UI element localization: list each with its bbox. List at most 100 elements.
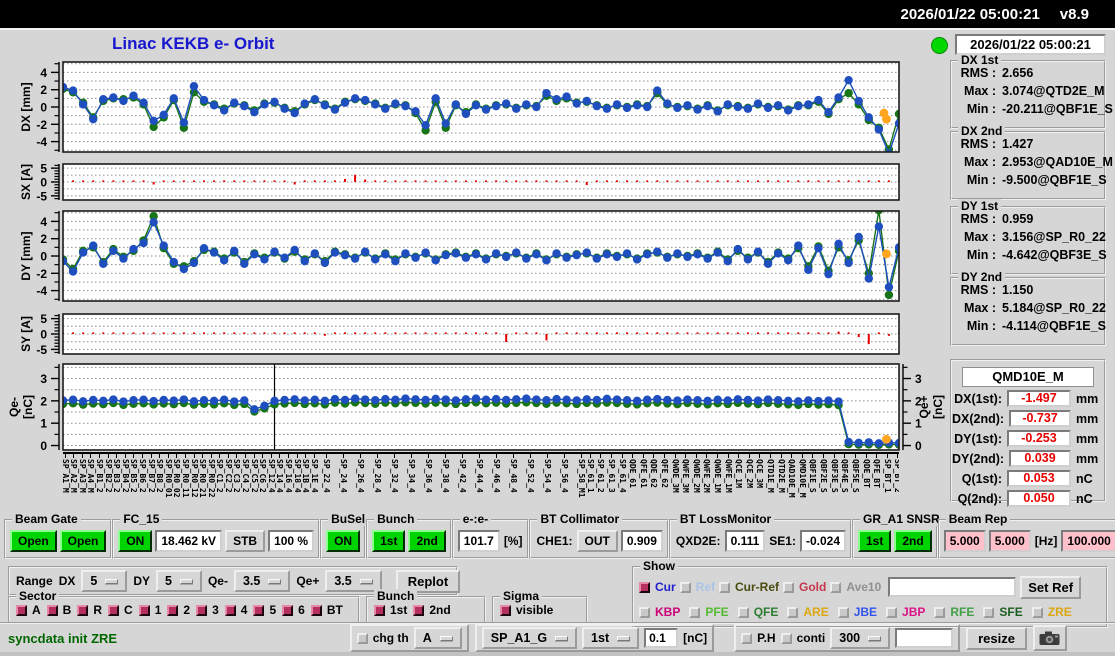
monitor-row: DX(2nd): -0.737 mm [952,410,1098,427]
che1-out-button[interactable]: OUT [576,530,618,552]
chg-th-toggle[interactable]: chg th [356,631,409,645]
checkbox-indicator-icon [639,606,650,618]
show-toggle-cur-ref[interactable]: Cur-Ref [719,580,779,594]
range-dx-select[interactable]: 5 [81,570,128,592]
ylabel-dx: DX [mm] [19,82,33,132]
x-tick [133,454,135,458]
range-qe-minus-select[interactable]: 3.5 [233,570,291,592]
svg-text:0: 0 [40,250,47,264]
ref-entry[interactable] [888,577,1017,597]
x-label-QDE_61: QDE_61 [628,459,638,488]
show-toggle-kbp[interactable]: KBP [639,605,680,619]
bunch-toggle-1st[interactable]: 1st [374,603,407,617]
fc15-voltage-readout: 18.462 kV [155,530,223,552]
ph-toggle[interactable]: P.H [741,631,776,645]
sector-toggle-a[interactable]: A [16,603,41,617]
show-toggle-label: Gold [799,580,827,594]
show-toggle-jbe[interactable]: JBE [837,605,877,619]
screenshot-button[interactable] [1033,625,1067,651]
range-dy-select[interactable]: 5 [155,570,202,592]
x-tick [801,454,803,458]
stat-min: Min : -20.211@QBF1E_S [960,102,1113,116]
show-toggle-cur[interactable]: Cur [639,580,676,594]
sigma-toggle-visible[interactable]: visible [500,603,553,617]
show-toggle-ave10[interactable]: Ave10 [830,580,881,594]
fc15-on-button[interactable]: ON [118,530,153,552]
svg-text:-5: -5 [36,189,47,203]
bunch-toggle-label: 1st [390,603,408,617]
se1-readout: -0.024 [799,530,846,552]
bunch-frame: Bunch 1st 2nd [366,589,486,624]
qxd2e-label: QXD2E: [675,534,721,548]
show-toggle-pfe[interactable]: PFE [689,605,729,619]
conti-toggle[interactable]: conti [780,631,825,645]
resize-button[interactable]: resize [966,626,1027,650]
show-toggle-ref[interactable]: Ref [679,580,715,594]
set-ref-button[interactable]: Set Ref [1020,575,1082,599]
ee-ratio-unit: [%] [503,534,523,548]
sector-toggle-r[interactable]: R [77,603,102,617]
chevron-indicator-icon [868,635,882,641]
plot-qe: 32103210 [40,363,922,453]
plot-dx: 4 2 0 -2 -4 [36,61,900,153]
threshold-entry[interactable] [644,628,679,648]
range-label: Range [16,574,53,588]
x-tick [99,454,101,458]
beam-gate-open-1[interactable]: Open [10,530,57,552]
fc15-stb-button[interactable]: STB [225,530,266,552]
checkbox-indicator-icon [741,632,753,644]
sector-toggle-bt[interactable]: BT [310,603,343,617]
chg-th-select[interactable]: A [413,627,462,649]
show-toggle-qfe[interactable]: QFE [737,605,778,619]
sector-toggle-1[interactable]: 1 [138,603,161,617]
chevron-indicator-icon [268,578,282,584]
show-toggle-sfe[interactable]: SFE [983,605,1023,619]
svg-text:5: 5 [40,312,47,326]
bunch-select[interactable]: 1st [582,627,640,649]
x-label-SP_BT_1: SP_BT_1 [882,459,892,493]
x-tick [262,454,264,458]
sector-toggle-c[interactable]: C [108,603,133,617]
bunch-1st-button[interactable]: 1st [372,530,406,552]
points-entry[interactable] [895,628,954,648]
gr-a1-2nd-button[interactable]: 2nd [894,530,932,552]
stat-min-label: Min : [966,319,996,333]
points-select[interactable]: 300 [830,627,891,649]
show-toggle-jbp[interactable]: JBP [886,605,925,619]
x-label-SP_1E_4: SP_1E_4 [309,459,319,493]
monitor-row: DY(1st): -0.253 mm [952,430,1098,447]
show-toggle-rfe[interactable]: RFE [934,605,974,619]
ylabel-qe-right-1: Qe+ [917,395,931,419]
chevron-indicator-icon [617,635,631,641]
status-message: syncdata init ZRE [8,630,118,646]
sector-toggle-b[interactable]: B [46,603,71,617]
gr-a1-1st-button[interactable]: 1st [858,530,892,552]
x-tick [653,454,655,458]
ee-ratio-readout: 101.7 [457,530,500,552]
beam-rep-duty-readout: 100.000 [1061,530,1115,552]
x-label-QCE_1M: QCE_1M [734,459,744,488]
sector-toggle-5[interactable]: 5 [253,603,276,617]
range-dy-label: DY [133,574,150,588]
x-tick [90,454,92,458]
sector-toggle-3[interactable]: 3 [196,603,219,617]
bunch-toggle-2nd[interactable]: 2nd [413,603,451,617]
monitor-row: DX(1st): -1.497 mm [952,390,1098,407]
show-toggle-gold[interactable]: Gold [783,580,826,594]
sector-toggle-2[interactable]: 2 [167,603,190,617]
x-tick [73,454,75,458]
stat-min: Min : -4.642@QBF3E_S [960,248,1107,262]
x-tick [564,454,566,458]
monitor-select[interactable]: SP_A1_G [481,627,578,649]
beam-gate-open-2[interactable]: Open [59,530,107,552]
sector-toggle-4[interactable]: 4 [224,603,247,617]
x-label-SP_B8_2: SP_B8_2 [155,459,165,493]
sector-toggle-6[interactable]: 6 [282,603,305,617]
busel-on-button[interactable]: ON [326,530,361,552]
bunch-2nd-button[interactable]: 2nd [408,530,446,552]
show-toggle-zre[interactable]: ZRE [1031,605,1072,619]
x-tick [770,454,772,458]
svg-text:-4: -4 [36,135,47,149]
bunch-toggle-label: 2nd [429,603,451,617]
show-toggle-are[interactable]: ARE [787,605,829,619]
